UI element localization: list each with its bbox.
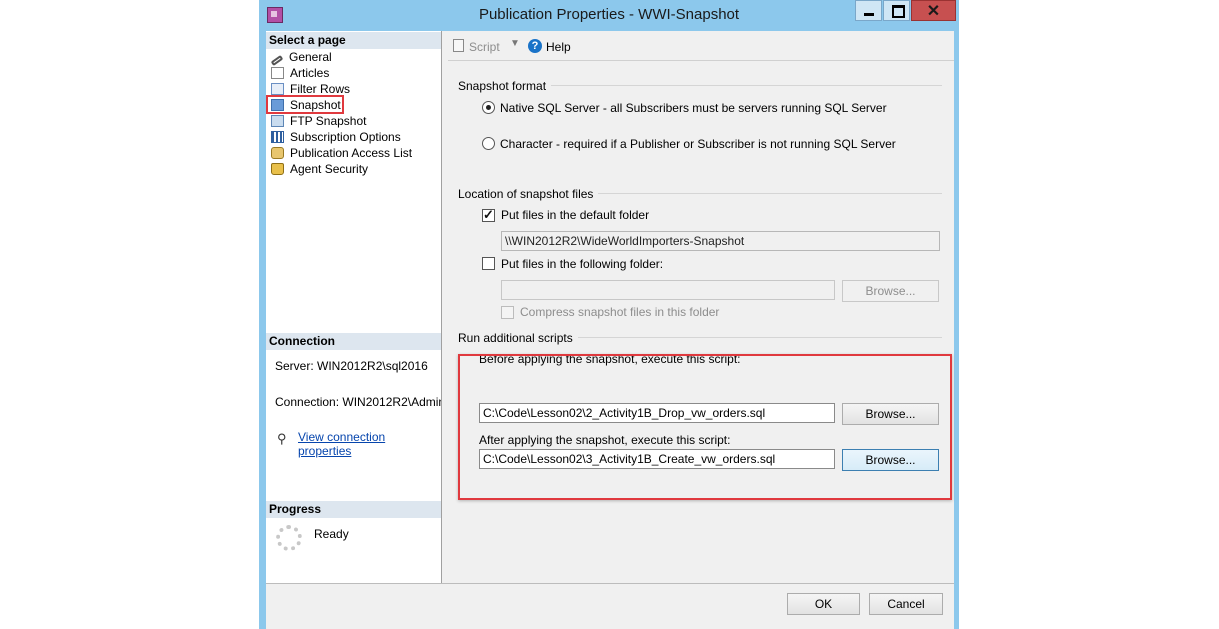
following-folder-path-field[interactable]	[501, 280, 835, 300]
sidebar-item-label: Filter Rows	[290, 82, 351, 96]
sidebar-item-ftp-snapshot[interactable]: FTP Snapshot	[271, 113, 367, 129]
dialog-client: Select a page General Articles Filter Ro…	[266, 31, 954, 629]
grid-icon	[271, 131, 284, 143]
maximize-button[interactable]	[883, 0, 910, 21]
character-format-radio[interactable]	[482, 137, 495, 150]
script-button[interactable]: Script	[469, 40, 500, 54]
toolbar: Script ▼ ? Help	[448, 31, 954, 61]
browse-folder-button[interactable]: Browse...	[842, 280, 939, 302]
default-folder-path-field[interactable]: \\WIN2012R2\WideWorldImporters-Snapshot	[501, 231, 940, 251]
connection-header: Connection	[266, 333, 441, 350]
connection-text: Connection: WIN2012R2\Administrator	[275, 395, 441, 409]
close-icon: ✕	[926, 3, 941, 20]
sidebar-item-publication-access-list[interactable]: Publication Access List	[271, 145, 412, 161]
dialog-window: Publication Properties - WWI-Snapshot ✕ …	[259, 0, 959, 629]
following-folder-label[interactable]: Put files in the following folder:	[501, 257, 663, 271]
native-format-label[interactable]: Native SQL Server - all Subscribers must…	[500, 101, 887, 115]
snapshot-format-title: Snapshot format	[458, 79, 552, 93]
left-pane: Select a page General Articles Filter Ro…	[266, 31, 442, 583]
sidebar-item-label: Publication Access List	[290, 146, 413, 160]
view-connection-properties-link[interactable]: View connection properties	[298, 430, 441, 458]
location-title: Location of snapshot files	[458, 187, 599, 201]
progress-status: Ready	[314, 527, 349, 541]
connection-properties-icon: ⚲	[277, 431, 287, 446]
help-icon: ?	[528, 39, 542, 53]
sidebar-item-subscription-options[interactable]: Subscription Options	[271, 129, 401, 145]
footer-divider	[266, 583, 954, 584]
script-dropdown-icon[interactable]: ▼	[510, 38, 520, 49]
server-text: Server: WIN2012R2\sql2016	[275, 359, 428, 373]
snapshot-page: Snapshot format Native SQL Server - all …	[448, 68, 954, 583]
close-button[interactable]: ✕	[911, 0, 956, 21]
help-button[interactable]: Help	[546, 40, 571, 54]
script-icon	[453, 39, 464, 52]
lock-icon	[271, 163, 284, 175]
compress-label[interactable]: Compress snapshot files in this folder	[520, 305, 719, 319]
ok-button[interactable]: OK	[787, 593, 860, 615]
default-folder-label[interactable]: Put files in the default folder	[501, 208, 649, 222]
window-title: Publication Properties - WWI-Snapshot	[478, 6, 740, 23]
progress-spinner-icon	[276, 525, 302, 551]
sidebar-item-label: Agent Security	[290, 162, 369, 176]
sidebar-item-general[interactable]: General	[270, 49, 332, 66]
minimize-button[interactable]	[855, 0, 882, 21]
ftp-icon	[271, 115, 284, 127]
document-icon	[271, 67, 284, 79]
character-format-label[interactable]: Character - required if a Publisher or S…	[500, 137, 896, 151]
title-bar[interactable]: Publication Properties - WWI-Snapshot ✕	[259, 0, 959, 30]
run-scripts-title: Run additional scripts	[458, 331, 578, 345]
compress-checkbox[interactable]	[501, 306, 514, 319]
following-folder-checkbox[interactable]	[482, 257, 495, 270]
sidebar-item-label: Subscription Options	[290, 130, 401, 144]
cancel-button[interactable]: Cancel	[869, 593, 943, 615]
users-icon	[271, 147, 284, 159]
toolbar-divider	[448, 60, 954, 61]
snapshot-highlight-box	[266, 95, 344, 114]
progress-header: Progress	[266, 501, 441, 518]
sidebar-item-label: Articles	[290, 66, 330, 80]
default-folder-checkbox[interactable]	[482, 207, 495, 223]
sidebar-item-label: General	[289, 50, 332, 64]
run-scripts-highlight-box	[458, 354, 952, 500]
sidebar-item-articles[interactable]: Articles	[271, 65, 329, 81]
filter-icon	[271, 83, 284, 95]
sidebar-item-agent-security[interactable]: Agent Security	[271, 161, 368, 177]
native-format-radio[interactable]	[482, 101, 495, 114]
select-page-header: Select a page	[266, 32, 441, 49]
sidebar-item-label: FTP Snapshot	[290, 114, 367, 128]
